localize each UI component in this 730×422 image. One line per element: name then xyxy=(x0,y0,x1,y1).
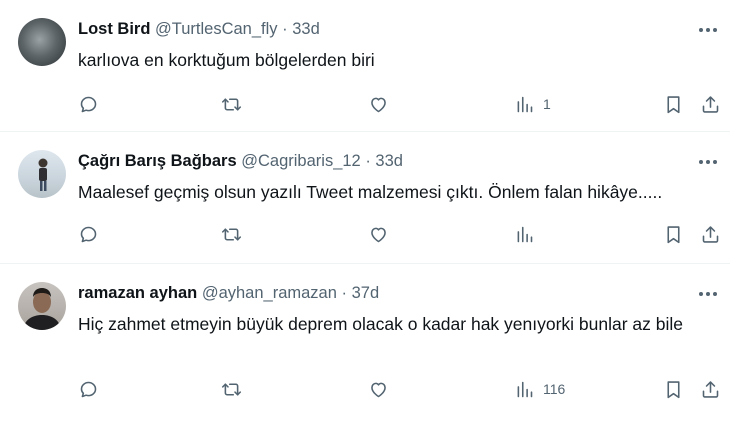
retweet-button[interactable] xyxy=(221,222,242,246)
reply-icon xyxy=(80,381,97,397)
tweet-text: Maalesef geçmiş olsun yazılı Tweet malze… xyxy=(78,182,663,202)
author-name[interactable]: Lost Bird xyxy=(78,20,150,38)
avatar[interactable] xyxy=(18,150,66,198)
tweet-actions: 1 xyxy=(78,92,719,116)
share-icon xyxy=(702,380,719,398)
author-handle[interactable]: @Cagribaris_12 xyxy=(241,152,360,170)
analytics-icon xyxy=(517,226,533,242)
separator: · xyxy=(282,20,288,38)
retweet-button[interactable] xyxy=(221,92,242,116)
timestamp[interactable]: 37d xyxy=(352,284,380,302)
heart-icon xyxy=(371,227,386,242)
reply-icon xyxy=(80,96,97,112)
analytics-icon xyxy=(517,96,533,112)
view-count: 116 xyxy=(543,381,566,397)
heart-icon xyxy=(371,382,386,397)
author-handle[interactable]: @TurtlesCan_fly xyxy=(155,20,278,38)
bookmark-button[interactable] xyxy=(663,92,684,116)
share-button[interactable] xyxy=(700,377,721,401)
retweet-button[interactable] xyxy=(221,377,242,401)
more-icon[interactable] xyxy=(696,22,720,38)
tweet-text: karlıova en korktuğum bölgelerden biri xyxy=(78,50,375,70)
tweet-text: Hiç zahmet etmeyin büyük deprem olacak o… xyxy=(78,314,684,334)
author-name[interactable]: Çağrı Barış Bağbars xyxy=(78,152,237,170)
avatar[interactable] xyxy=(18,282,66,330)
retweet-icon xyxy=(221,382,242,396)
like-button[interactable] xyxy=(368,377,389,401)
reply-button[interactable] xyxy=(78,222,99,246)
bookmark-button[interactable] xyxy=(663,222,684,246)
separator: · xyxy=(365,152,371,170)
share-button[interactable] xyxy=(700,222,721,246)
views-button[interactable]: 1 xyxy=(514,92,551,116)
view-count: 1 xyxy=(543,96,551,112)
tweet-header: ramazan ayhan @ayhan_ramazan · 37d xyxy=(78,284,379,303)
avatar-figure xyxy=(38,158,48,191)
more-icon[interactable] xyxy=(696,154,720,170)
bookmark-button[interactable] xyxy=(663,377,684,401)
tweet[interactable]: Çağrı Barış Bağbars @Cagribaris_12 · 33d… xyxy=(0,132,730,264)
author-handle[interactable]: @ayhan_ramazan xyxy=(202,284,337,302)
separator: · xyxy=(341,284,348,302)
tweet-header: Çağrı Barış Bağbars @Cagribaris_12 · 33d xyxy=(78,152,403,171)
reply-icon xyxy=(80,226,97,242)
share-icon xyxy=(702,95,719,113)
tweet-actions: 116 xyxy=(78,377,719,401)
avatar[interactable] xyxy=(18,18,66,66)
heart-icon xyxy=(371,97,386,112)
author-name[interactable]: ramazan ayhan xyxy=(78,284,197,302)
bookmark-icon xyxy=(667,225,680,243)
tweet-actions xyxy=(78,222,719,246)
retweet-icon xyxy=(221,227,242,241)
views-button[interactable]: 116 xyxy=(514,377,565,401)
tweet[interactable]: ramazan ayhan @ayhan_ramazan · 37d Hiç z… xyxy=(0,264,730,422)
bookmark-icon xyxy=(667,95,680,113)
avatar-figure xyxy=(23,288,61,330)
views-button[interactable] xyxy=(514,222,543,246)
bookmark-icon xyxy=(667,380,680,398)
tweet[interactable]: Lost Bird @TurtlesCan_fly · 33d karlıova… xyxy=(0,0,730,132)
like-button[interactable] xyxy=(368,92,389,116)
share-button[interactable] xyxy=(700,92,721,116)
analytics-icon xyxy=(517,381,533,397)
like-button[interactable] xyxy=(368,222,389,246)
more-icon[interactable] xyxy=(696,286,720,302)
timestamp[interactable]: 33d xyxy=(292,20,320,38)
timestamp[interactable]: 33d xyxy=(375,152,403,170)
tweet-header: Lost Bird @TurtlesCan_fly · 33d xyxy=(78,20,320,39)
share-icon xyxy=(702,225,719,243)
reply-button[interactable] xyxy=(78,92,99,116)
retweet-icon xyxy=(221,97,242,111)
reply-button[interactable] xyxy=(78,377,99,401)
